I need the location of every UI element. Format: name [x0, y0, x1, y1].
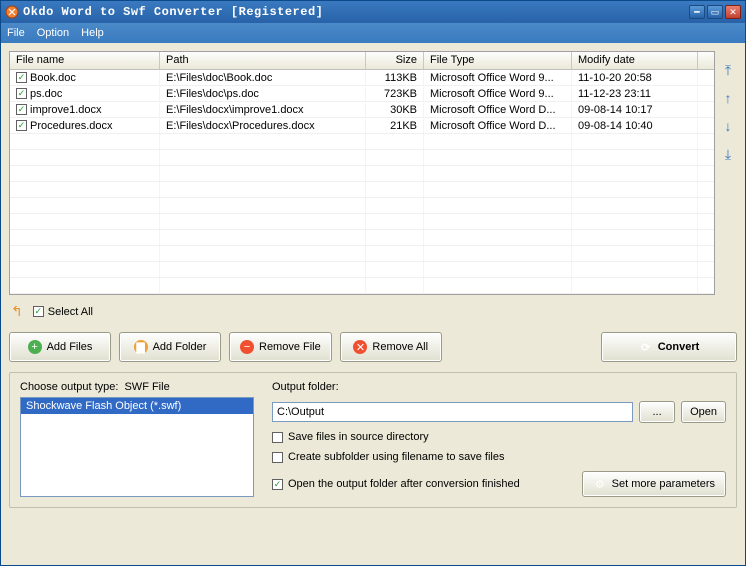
file-path: E:\Files\doc\ps.doc — [160, 87, 366, 101]
file-date: 11-10-20 20:58 — [572, 71, 698, 85]
output-panel: Choose output type: SWF File Shockwave F… — [9, 372, 737, 508]
select-all-row: ↰ Select All — [9, 301, 737, 322]
folder-icon: ▇ — [134, 340, 148, 354]
remove-all-button[interactable]: ✕ Remove All — [340, 332, 442, 362]
file-name: Book.doc — [30, 72, 76, 84]
grid-body: Book.docE:\Files\doc\Book.doc113KBMicros… — [10, 70, 714, 294]
minimize-button[interactable]: ━ — [689, 5, 705, 19]
col-header-date[interactable]: Modify date — [572, 52, 698, 69]
window-controls: ━ ▭ ✕ — [689, 5, 741, 19]
file-type: Microsoft Office Word D... — [424, 103, 572, 117]
move-bottom-button[interactable]: ⤓ — [719, 145, 737, 163]
menu-option[interactable]: Option — [37, 27, 69, 39]
list-item[interactable]: Shockwave Flash Object (*.swf) — [21, 398, 253, 414]
gear-icon: ⚙ — [593, 477, 607, 491]
output-type-column: Choose output type: SWF File Shockwave F… — [20, 381, 254, 497]
convert-icon: ⟳ — [639, 340, 653, 354]
output-type-value: SWF File — [124, 381, 169, 393]
save-in-source-checkbox[interactable] — [272, 432, 283, 443]
file-path: E:\Files\doc\Book.doc — [160, 71, 366, 85]
col-header-name[interactable]: File name — [10, 52, 160, 69]
grid-header: File name Path Size File Type Modify dat… — [10, 52, 714, 70]
menu-help[interactable]: Help — [81, 27, 104, 39]
row-checkbox[interactable] — [16, 120, 27, 131]
open-folder-button[interactable]: Open — [681, 401, 726, 423]
up-arrow-icon: ↰ — [11, 303, 23, 320]
file-type: Microsoft Office Word D... — [424, 119, 572, 133]
row-checkbox[interactable] — [16, 72, 27, 83]
file-size: 30KB — [366, 103, 424, 117]
create-subfolder-checkbox[interactable] — [272, 452, 283, 463]
convert-button[interactable]: ⟳ Convert — [601, 332, 737, 362]
add-folder-button[interactable]: ▇ Add Folder — [119, 332, 221, 362]
move-up-button[interactable]: ↑ — [719, 89, 737, 107]
file-name: ps.doc — [30, 88, 62, 100]
file-size: 21KB — [366, 119, 424, 133]
output-folder-label: Output folder: — [272, 381, 726, 393]
action-button-row: + Add Files ▇ Add Folder − Remove File ✕… — [9, 328, 737, 366]
menubar: File Option Help — [1, 23, 745, 43]
file-grid[interactable]: File name Path Size File Type Modify dat… — [9, 51, 715, 295]
col-header-path[interactable]: Path — [160, 52, 366, 69]
file-date: 11-12-23 23:11 — [572, 87, 698, 101]
select-all-label: Select All — [48, 306, 93, 318]
reorder-buttons: ⤒ ↑ ↓ ⤓ — [719, 51, 737, 295]
table-row[interactable]: Book.doc E:\Files\doc\Book.doc113KBMicros… — [10, 70, 714, 86]
save-in-source-label: Save files in source directory — [288, 431, 429, 443]
browse-button[interactable]: ... — [639, 401, 675, 423]
output-folder-column: Output folder: ... Open Save files in so… — [272, 381, 726, 497]
file-type: Microsoft Office Word 9... — [424, 87, 572, 101]
menu-file[interactable]: File — [7, 27, 25, 39]
add-files-button[interactable]: + Add Files — [9, 332, 111, 362]
window-title: Okdo Word to Swf Converter [Registered] — [23, 5, 689, 19]
file-name: Procedures.docx — [30, 120, 113, 132]
output-type-label: Choose output type: — [20, 381, 118, 393]
file-path: E:\Files\docx\improve1.docx — [160, 103, 366, 117]
remove-file-button[interactable]: − Remove File — [229, 332, 332, 362]
col-header-size[interactable]: Size — [366, 52, 424, 69]
select-all-checkbox[interactable] — [33, 306, 44, 317]
file-name: improve1.docx — [30, 104, 102, 116]
file-type: Microsoft Office Word 9... — [424, 71, 572, 85]
x-icon: ✕ — [353, 340, 367, 354]
open-after-checkbox[interactable] — [272, 479, 283, 490]
row-checkbox[interactable] — [16, 104, 27, 115]
col-header-type[interactable]: File Type — [424, 52, 572, 69]
close-button[interactable]: ✕ — [725, 5, 741, 19]
open-after-label: Open the output folder after conversion … — [288, 478, 520, 490]
file-path: E:\Files\docx\Procedures.docx — [160, 119, 366, 133]
file-date: 09-08-14 10:17 — [572, 103, 698, 117]
app-window: Okdo Word to Swf Converter [Registered] … — [0, 0, 746, 566]
row-checkbox[interactable] — [16, 88, 27, 99]
output-folder-input[interactable] — [272, 402, 633, 422]
table-row[interactable]: ps.doc E:\Files\doc\ps.doc723KBMicrosoft … — [10, 86, 714, 102]
maximize-button[interactable]: ▭ — [707, 5, 723, 19]
table-row[interactable]: improve1.docx E:\Files\docx\improve1.docx… — [10, 102, 714, 118]
file-list-area: File name Path Size File Type Modify dat… — [9, 51, 737, 295]
set-more-parameters-button[interactable]: ⚙ Set more parameters — [582, 471, 726, 497]
minus-icon: − — [240, 340, 254, 354]
file-size: 113KB — [366, 71, 424, 85]
table-row[interactable]: Procedures.docx E:\Files\docx\Procedures.… — [10, 118, 714, 134]
titlebar: Okdo Word to Swf Converter [Registered] … — [1, 1, 745, 23]
file-date: 09-08-14 10:40 — [572, 119, 698, 133]
app-icon — [5, 5, 19, 19]
create-subfolder-label: Create subfolder using filename to save … — [288, 451, 504, 463]
move-top-button[interactable]: ⤒ — [719, 61, 737, 79]
file-size: 723KB — [366, 87, 424, 101]
plus-icon: + — [28, 340, 42, 354]
move-down-button[interactable]: ↓ — [719, 117, 737, 135]
output-type-listbox[interactable]: Shockwave Flash Object (*.swf) — [20, 397, 254, 497]
content-area: File name Path Size File Type Modify dat… — [1, 43, 745, 565]
